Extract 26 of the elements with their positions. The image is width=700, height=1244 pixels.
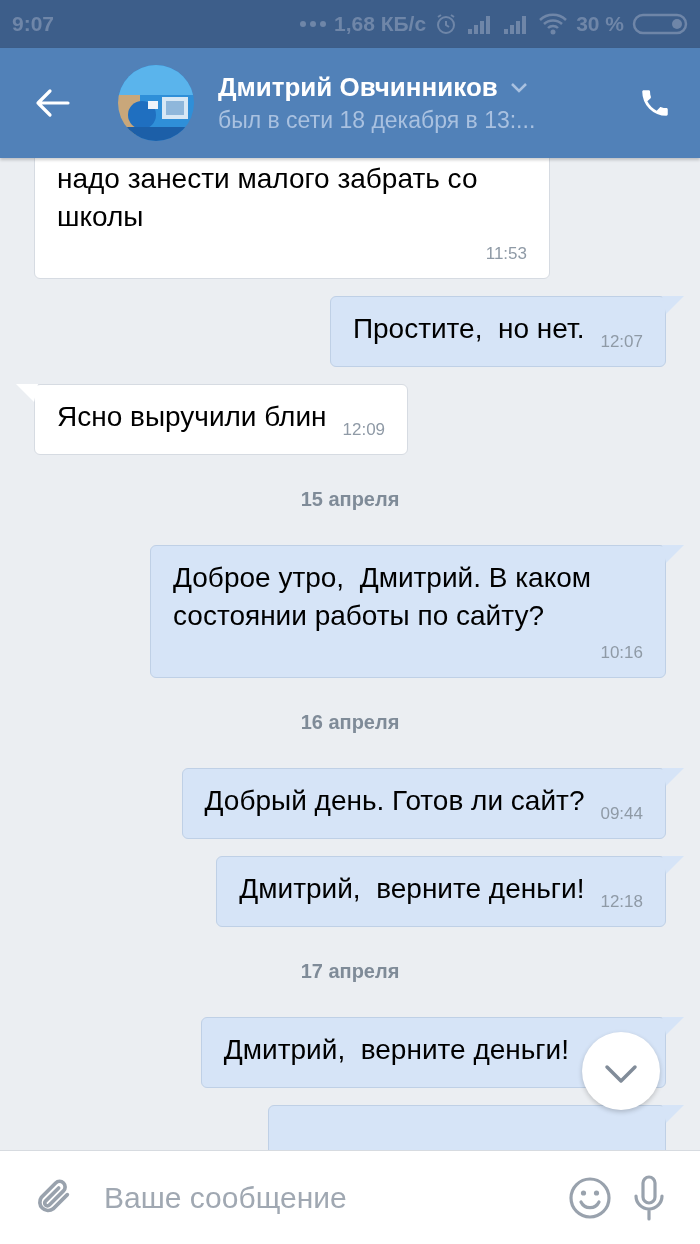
message-time: 11:53 bbox=[485, 244, 527, 265]
contact-name[interactable]: Дмитрий Овчинников bbox=[218, 72, 498, 103]
emoji-button[interactable] bbox=[568, 1175, 612, 1220]
message-time: 12:09 bbox=[342, 420, 386, 441]
message-text: Дмитрий, верните деньги! bbox=[239, 872, 585, 906]
message-text: Доброе утро, Дмитрий. В каком состоянии работы по сайту? bbox=[173, 561, 593, 633]
message-time: 12:07 bbox=[600, 332, 643, 353]
dots-icon bbox=[300, 21, 326, 27]
message-text: Добрый день. Готов ли сайт? bbox=[204, 784, 585, 818]
back-button[interactable] bbox=[34, 88, 70, 118]
date-separator: 17 апреля bbox=[299, 960, 401, 983]
chevron-down-icon bbox=[604, 1063, 638, 1084]
date-separator: 16 апреля bbox=[299, 711, 401, 734]
message-text: Ясно выручили блин bbox=[57, 400, 327, 434]
message-text: Простите, но нет. bbox=[352, 312, 585, 346]
message-time: 09:44 bbox=[600, 804, 643, 825]
wifi-icon bbox=[538, 12, 569, 36]
battery-icon bbox=[632, 12, 688, 36]
message-text: надо занести малого забрать со школы bbox=[57, 162, 479, 234]
message-time: 10:16 bbox=[600, 643, 643, 664]
chevron-down-icon[interactable] bbox=[509, 81, 528, 94]
message-text: Дмитрий, верните деньги! bbox=[223, 1033, 569, 1067]
microphone-button[interactable] bbox=[632, 1173, 666, 1222]
last-seen-text: был в сети 18 декабря в 13:... bbox=[218, 107, 537, 134]
message-time: 12:18 bbox=[600, 892, 643, 913]
date-separator: 15 апреля bbox=[299, 488, 401, 511]
